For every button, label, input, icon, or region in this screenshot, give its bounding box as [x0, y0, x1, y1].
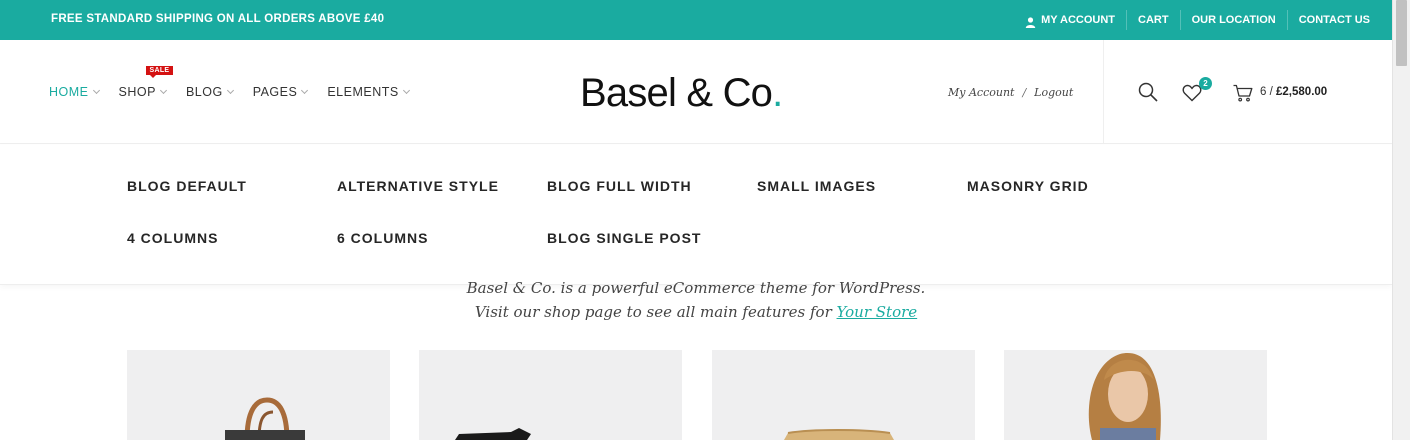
black-item-image — [455, 428, 531, 440]
nav-blog[interactable]: BLOG — [185, 85, 234, 99]
cart-count: 6 — [1260, 86, 1267, 98]
logo-text: Basel & Co — [580, 71, 773, 115]
blog-single-post-link[interactable]: BLOG SINGLE POST — [547, 230, 701, 246]
six-columns-link[interactable]: 6 COLUMNS — [337, 230, 428, 246]
blog-dropdown-menu: BLOG DEFAULT ALTERNATIVE STYLE BLOG FULL… — [0, 145, 1392, 285]
blog-default-link[interactable]: BLOG DEFAULT — [127, 178, 247, 194]
top-links: MY ACCOUNT CART OUR LOCATION CONTACT US — [1014, 0, 1392, 40]
top-location-link[interactable]: OUR LOCATION — [1179, 10, 1287, 30]
chevron-down-icon — [301, 86, 309, 95]
blog-full-width-link[interactable]: BLOG FULL WIDTH — [547, 178, 692, 194]
product-card-leather-bag[interactable] — [127, 350, 390, 440]
intro-line-2: Visit our shop page to see all main feat… — [0, 303, 1392, 321]
chevron-down-icon — [92, 86, 100, 95]
shipping-promo: FREE STANDARD SHIPPING ON ALL ORDERS ABO… — [51, 13, 385, 25]
chevron-down-icon — [159, 86, 167, 95]
nav-blog-label: BLOG — [185, 85, 223, 99]
logo-dot: . — [772, 71, 783, 115]
main-nav: HOME SALE SHOP BLOG PAGES ELEMENTS — [49, 66, 429, 99]
product-card-black-item[interactable] — [419, 350, 682, 440]
site-header: HOME SALE SHOP BLOG PAGES ELEMENTS Basel… — [0, 40, 1392, 144]
sale-badge: SALE — [145, 66, 174, 78]
masonry-grid-link[interactable]: MASONRY GRID — [967, 178, 1089, 194]
chevron-down-icon — [402, 86, 410, 95]
header-divider — [1103, 40, 1104, 144]
product-card-straw-hat[interactable] — [712, 350, 975, 440]
account-links: My Account / Logout — [948, 86, 1073, 99]
nav-pages[interactable]: PAGES — [252, 85, 309, 99]
site-logo[interactable]: Basel & Co. — [580, 70, 783, 116]
page-scrollbar[interactable] — [1392, 0, 1410, 440]
account-separator: / — [1022, 86, 1027, 99]
nav-home-label: HOME — [49, 85, 89, 99]
nav-elements-label: ELEMENTS — [327, 85, 399, 99]
nav-pages-label: PAGES — [252, 85, 298, 99]
top-my-account-link[interactable]: MY ACCOUNT — [1014, 10, 1126, 30]
leather-bag-image — [225, 397, 305, 440]
top-bar: FREE STANDARD SHIPPING ON ALL ORDERS ABO… — [0, 0, 1392, 40]
intro-line-2-text: Visit our shop page to see all main feat… — [474, 303, 837, 321]
cart-summary[interactable]: 6 / £2,580.00 — [1260, 86, 1327, 98]
user-icon — [1025, 15, 1036, 28]
search-icon[interactable] — [1138, 82, 1158, 102]
nav-elements[interactable]: ELEMENTS — [327, 85, 410, 99]
nav-shop-label: SHOP — [118, 85, 156, 99]
chevron-down-icon — [226, 86, 234, 95]
top-contact-link[interactable]: CONTACT US — [1286, 10, 1392, 30]
cart-icon[interactable] — [1233, 84, 1253, 102]
header-my-account-link[interactable]: My Account — [948, 86, 1014, 99]
cart-total: £2,580.00 — [1276, 86, 1328, 98]
my-account-label: MY ACCOUNT — [1041, 14, 1116, 26]
cart-separator: / — [1269, 86, 1273, 98]
top-cart-link[interactable]: CART — [1126, 10, 1180, 30]
model-woman-image — [1088, 353, 1161, 440]
nav-home[interactable]: HOME — [49, 85, 100, 99]
alternative-style-link[interactable]: ALTERNATIVE STYLE — [337, 178, 499, 194]
straw-hat-image — [784, 429, 894, 440]
scrollbar-thumb[interactable] — [1396, 0, 1407, 66]
small-images-link[interactable]: SMALL IMAGES — [757, 178, 876, 194]
logout-link[interactable]: Logout — [1034, 86, 1073, 99]
product-card-model[interactable] — [1004, 350, 1267, 440]
your-store-link[interactable]: Your Store — [837, 303, 918, 321]
nav-shop[interactable]: SALE SHOP — [118, 66, 174, 99]
intro-line-1: Basel & Co. is a powerful eCommerce them… — [466, 279, 926, 297]
wishlist-count-badge: 2 — [1199, 77, 1212, 90]
four-columns-link[interactable]: 4 COLUMNS — [127, 230, 218, 246]
